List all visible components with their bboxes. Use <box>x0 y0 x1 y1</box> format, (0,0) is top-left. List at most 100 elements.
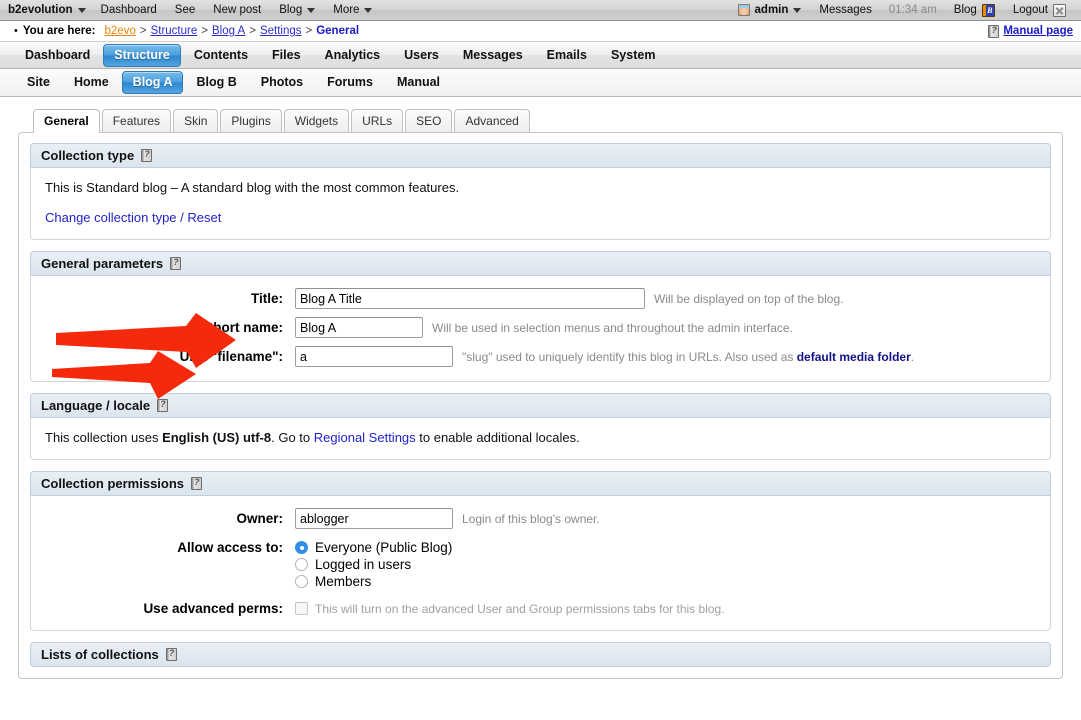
collection-permissions-header: Collection permissions <box>30 471 1051 496</box>
manual-page-link[interactable]: Manual page <box>988 24 1073 38</box>
general-parameters-title: General parameters <box>41 256 164 271</box>
url-filename-hint: "slug" used to uniquely identify this bl… <box>462 350 914 364</box>
radio-everyone[interactable]: Everyone (Public Blog) <box>295 540 452 555</box>
language-locale-body: This collection uses English (US) utf-8.… <box>30 418 1051 460</box>
tab-general[interactable]: General <box>33 109 100 133</box>
title-field-row: Title: Will be displayed on top of the b… <box>45 288 1036 309</box>
locale-value: English (US) utf-8 <box>162 430 272 445</box>
nav-emails[interactable]: Emails <box>536 44 598 67</box>
breadcrumb-separator: > <box>249 25 256 37</box>
radio-label: Logged in users <box>315 557 412 572</box>
title-hint: Will be displayed on top of the blog. <box>654 291 844 306</box>
url-filename-label: URL "filename": <box>179 349 283 364</box>
advanced-perms-field-row: Use advanced perms: This will turn on th… <box>45 601 1036 616</box>
tab-seo[interactable]: SEO <box>405 109 453 132</box>
subnav-blog-b[interactable]: Blog B <box>185 71 247 94</box>
nav-messages[interactable]: Messages <box>452 44 534 67</box>
short-name-label: Short name: <box>204 320 283 335</box>
tab-urls[interactable]: URLs <box>351 109 404 132</box>
nav-structure[interactable]: Structure <box>103 43 181 67</box>
topbar-item-blog-link[interactable]: Blog <box>945 0 1004 20</box>
help-icon[interactable] <box>157 399 169 412</box>
tab-plugins[interactable]: Plugins <box>220 109 282 132</box>
nav-dashboard[interactable]: Dashboard <box>14 44 101 67</box>
chevron-down-icon <box>307 8 316 13</box>
messages-label: Messages <box>819 4 872 16</box>
top-bar-left-menu: b2evolution Dashboard See New post Blog … <box>0 0 381 20</box>
breadcrumb-lead: You are here: <box>22 25 96 37</box>
short-name-input[interactable] <box>295 317 423 338</box>
regional-settings-link[interactable]: Regional Settings <box>314 430 416 445</box>
tab-advanced[interactable]: Advanced <box>454 109 530 132</box>
topbar-item-new-post[interactable]: New post <box>204 0 270 20</box>
fieldset-general-parameters: General parameters Title: Will be displa… <box>30 251 1051 382</box>
lists-of-collections-header: Lists of collections <box>30 642 1051 667</box>
chevron-down-icon <box>364 8 373 13</box>
nav-contents[interactable]: Contents <box>183 44 259 67</box>
radio-label: Members <box>315 574 372 589</box>
user-name-label: admin <box>754 4 789 16</box>
breadcrumb-item-b2evo[interactable]: b2evo <box>105 25 136 37</box>
help-icon[interactable] <box>141 149 153 162</box>
nav-analytics[interactable]: Analytics <box>314 44 392 67</box>
subnav-forums[interactable]: Forums <box>316 71 384 94</box>
help-icon[interactable] <box>170 257 182 270</box>
chevron-down-icon <box>77 8 86 13</box>
topbar-item-label: See <box>174 4 196 16</box>
title-input[interactable] <box>295 288 645 309</box>
owner-hint: Login of this blog's owner. <box>462 511 600 526</box>
default-media-folder-link[interactable]: default media folder <box>797 350 911 364</box>
advanced-perms-checkbox-wrap[interactable]: This will turn on the advanced User and … <box>295 602 725 616</box>
topbar-item-messages[interactable]: Messages <box>810 0 880 20</box>
collection-type-header: Collection type <box>30 143 1051 168</box>
subnav-blog-a[interactable]: Blog A <box>121 71 184 94</box>
topbar-item-see[interactable]: See <box>166 0 204 20</box>
brand-menu-b2evolution[interactable]: b2evolution <box>8 0 92 20</box>
short-name-hint: Will be used in selection menus and thro… <box>432 320 793 335</box>
breadcrumb-separator: > <box>305 25 313 37</box>
locale-text-post: to enable additional locales. <box>415 430 580 445</box>
nav-users[interactable]: Users <box>393 44 450 67</box>
breadcrumb-item-general: General <box>316 25 360 37</box>
collection-type-description: This is Standard blog – A standard blog … <box>45 180 460 195</box>
breadcrumb-item-blog-a[interactable]: Blog A <box>212 25 245 37</box>
nav-files[interactable]: Files <box>261 44 312 67</box>
topbar-item-dashboard[interactable]: Dashboard <box>92 0 166 20</box>
radio-label: Everyone (Public Blog) <box>315 540 453 555</box>
radio-unselected-icon <box>295 558 308 571</box>
breadcrumb-item-settings[interactable]: Settings <box>260 25 302 37</box>
topbar-item-blog[interactable]: Blog <box>270 0 324 20</box>
radio-unselected-icon <box>295 575 308 588</box>
user-menu[interactable]: admin <box>729 0 811 20</box>
manual-book-icon <box>988 24 1000 38</box>
change-collection-type-link[interactable]: Change collection type / Reset <box>45 210 221 225</box>
logout-button[interactable]: Logout <box>1004 0 1075 20</box>
url-filename-input[interactable] <box>295 346 453 367</box>
page-content: General Features Skin Plugins Widgets UR… <box>0 97 1081 679</box>
subnav-photos[interactable]: Photos <box>250 71 314 94</box>
topbar-item-more[interactable]: More <box>324 0 381 20</box>
breadcrumb-separator: > <box>139 25 147 37</box>
general-parameters-body: Title: Will be displayed on top of the b… <box>30 276 1051 382</box>
subnav-site[interactable]: Site <box>16 71 61 94</box>
tab-widgets[interactable]: Widgets <box>283 109 350 132</box>
owner-label: Owner: <box>236 511 283 526</box>
settings-panel: Collection type This is Standard blog – … <box>18 132 1063 679</box>
owner-input[interactable] <box>295 508 453 529</box>
help-icon[interactable] <box>191 477 203 490</box>
subnav-manual[interactable]: Manual <box>386 71 451 94</box>
help-icon[interactable] <box>165 648 177 661</box>
tab-features[interactable]: Features <box>101 109 172 132</box>
collection-type-body: This is Standard blog – A standard blog … <box>30 168 1051 240</box>
radio-logged-in-users[interactable]: Logged in users <box>295 557 452 572</box>
breadcrumb-item-structure[interactable]: Structure <box>151 25 198 37</box>
sub-navigation: Site Home Blog A Blog B Photos Forums Ma… <box>0 69 1081 97</box>
subnav-home[interactable]: Home <box>63 71 120 94</box>
owner-field-row: Owner: Login of this blog's owner. <box>45 508 1036 529</box>
logout-label: Logout <box>1012 4 1048 16</box>
nav-system[interactable]: System <box>600 44 666 67</box>
breadcrumb-separator: > <box>201 25 208 37</box>
radio-members[interactable]: Members <box>295 574 452 589</box>
tab-skin[interactable]: Skin <box>173 109 219 132</box>
fieldset-lists-of-collections: Lists of collections <box>30 642 1051 667</box>
